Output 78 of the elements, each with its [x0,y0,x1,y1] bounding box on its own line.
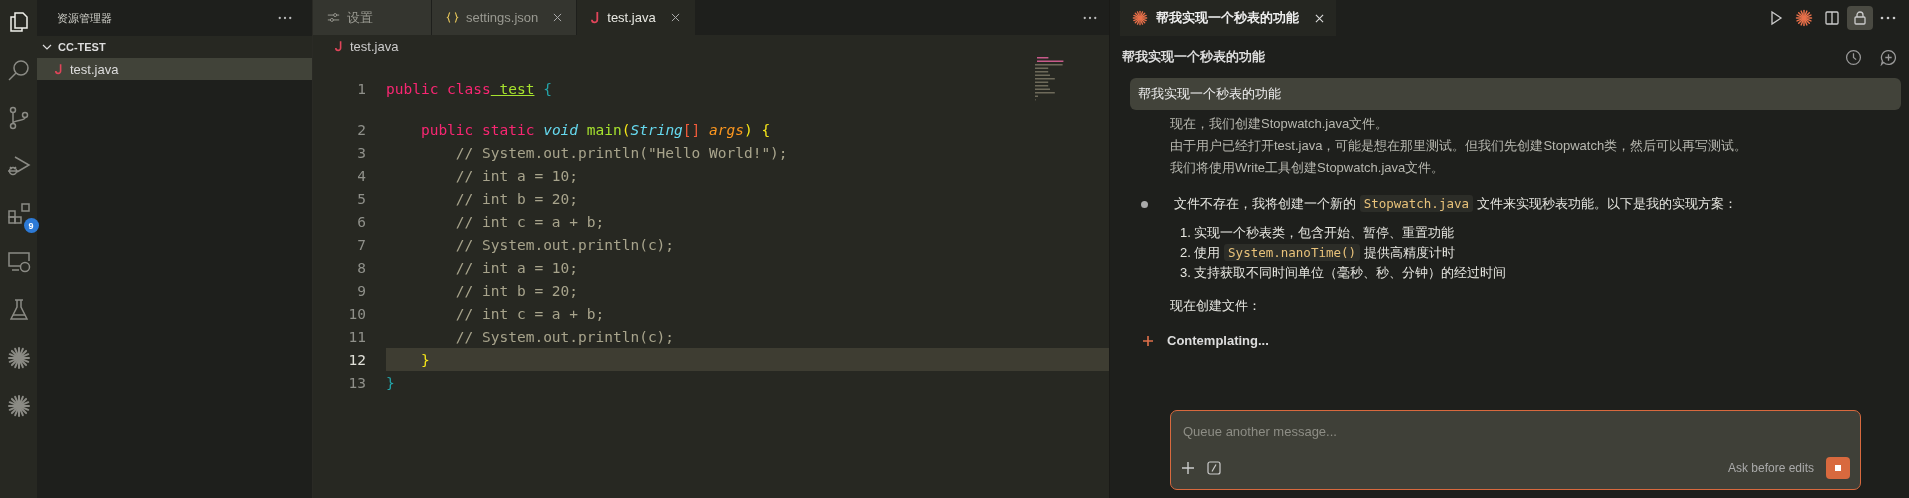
list-item: 1. 实现一个秒表类，包含开始、暂停、重置功能 [1180,224,1456,242]
list-item: 3. 支持获取不同时间单位（毫秒、秒、分钟）的经过时间 [1180,264,1508,282]
spark-icon[interactable] [6,346,31,370]
inline-code: System.nanoTime() [1224,244,1361,261]
code-line: public static void main(String[] args) { [419,121,771,138]
code-line: // int b = 20; [454,282,579,299]
run-debug-icon[interactable] [6,154,31,178]
notification-badge: 9 [23,218,39,233]
close-icon[interactable] [670,13,680,22]
json-file-icon [446,11,459,24]
spark-icon[interactable] [1795,9,1813,27]
settings-icon [327,11,340,24]
line-number: 9 [356,282,366,299]
line-number: 11 [347,328,366,345]
line-number: 2 [356,121,366,138]
code-line: } [386,374,395,391]
code-line: // int a = 10; [454,259,579,276]
code-line: // int a = 10; [454,167,579,184]
code-line: // int c = a + b; [454,305,605,322]
slash-command-icon[interactable] [1207,461,1221,475]
editor-tab[interactable]: test.java [577,0,696,35]
status-text: Contemplating... [1167,333,1269,348]
code-line: // int b = 20; [454,190,579,207]
plus-icon [1143,335,1153,346]
response-text: 现在创建文件： [1169,297,1262,315]
stop-icon [1833,463,1843,473]
java-file-icon [591,11,601,24]
chevron-icon [42,44,52,50]
breadcrumb[interactable]: test.java [313,35,1109,57]
java-file-icon [335,40,343,52]
new-chat-icon[interactable] [1880,48,1897,66]
line-number: 3 [356,144,366,161]
line-number: 13 [347,374,366,391]
search-icon[interactable] [6,58,31,82]
message-input[interactable]: Queue another message... Ask before edits [1170,410,1861,490]
code-line: // int c = a + b; [454,213,605,230]
chat-tab[interactable]: 帮我实现一个秒表的功能 [1120,0,1336,36]
play-icon[interactable] [1768,10,1784,26]
inline-code: Stopwatch.java [1359,195,1473,212]
code-line: // System.out.println(c); [454,236,675,253]
line-number: 6 [356,213,366,230]
remote-explorer-icon[interactable] [6,250,31,274]
history-icon[interactable] [1845,48,1862,66]
user-message: 帮我实现一个秒表的功能 [1130,78,1901,110]
code-line: // System.out.println("Hello World!"); [454,144,788,161]
line-number: 10 [347,305,366,322]
bullet-icon [1141,200,1148,208]
more-actions-icon[interactable] [278,16,292,20]
line-number: 5 [356,190,366,207]
java-file-icon [55,63,63,75]
editor-tab[interactable]: settings.json [432,0,577,35]
thinking-text: 我们将使用Write工具创建Stopwatch.java文件。 [1170,159,1446,177]
send-button[interactable] [1826,457,1850,479]
spark-icon[interactable] [1132,10,1148,26]
file-item[interactable]: test.java [37,58,312,80]
line-number: 1 [356,80,366,97]
thinking-text: 现在，我们创建Stopwatch.java文件。 [1170,115,1390,133]
spark-icon[interactable] [6,394,31,418]
line-number: 7 [356,236,366,253]
plus-icon[interactable] [1181,461,1195,475]
code-line: public class test { [386,80,552,97]
mode-selector[interactable]: Ask before edits [1727,461,1814,475]
lock-icon[interactable] [1852,10,1868,26]
line-number: 12 [347,351,366,368]
split-editor-icon[interactable] [1824,10,1840,26]
extensions-icon[interactable] [6,202,31,226]
editor-tab[interactable]: 设置 [313,0,431,35]
response-text: 文件不存在，我将创建一个新的 Stopwatch.java 文件来实现秒表功能。以下是我的实现方案： [1174,195,1737,213]
explorer-title: 资源管理器 [57,10,113,26]
line-number: 8 [356,259,366,276]
code-line: // System.out.println(c); [454,328,675,345]
folder-item[interactable]: CC-TEST [37,36,312,58]
conversation-title: 帮我实现一个秒表的功能 [1122,48,1266,66]
list-item: 2. 使用 System.nanoTime() 提供高精度计时 [1180,243,1456,263]
line-number: 4 [356,167,366,184]
close-icon[interactable] [553,13,563,22]
code-line: } [419,351,430,368]
thinking-text: 由于用户已经打开test.java，可能是想在那里测试。但我们先创建Stopwatch类，然后可以再写测试。 [1170,137,1749,155]
